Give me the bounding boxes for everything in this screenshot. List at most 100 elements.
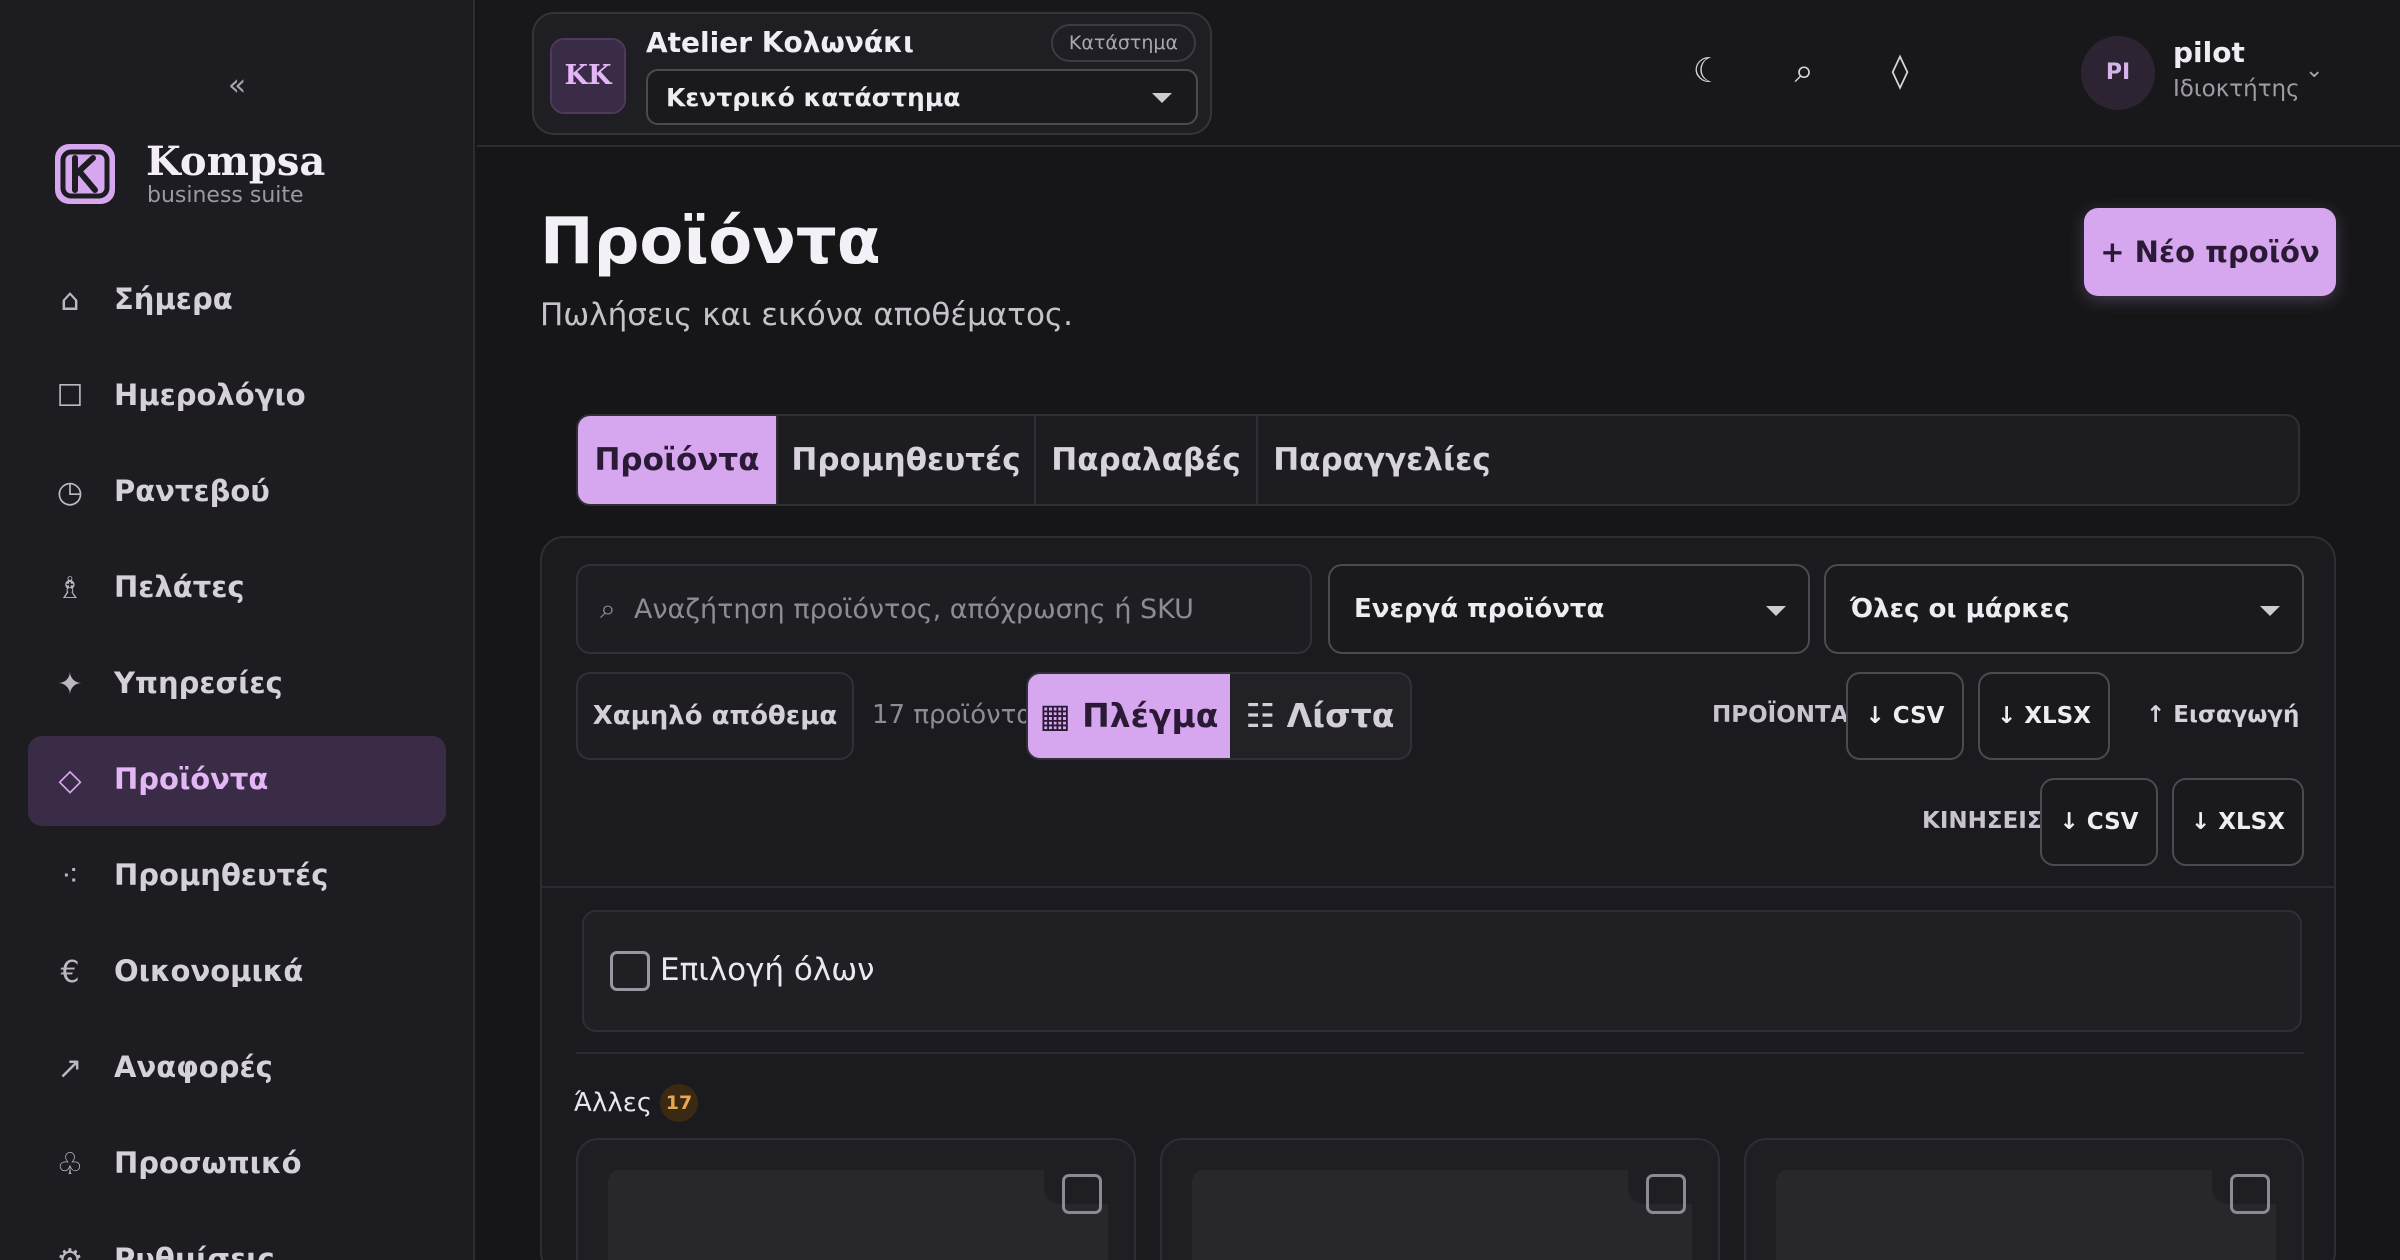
brand-logo-icon	[55, 144, 115, 204]
new-product-button[interactable]: + Νέο προϊόν	[2084, 208, 2336, 296]
sidebar-item-label: Ραντεβού	[114, 474, 270, 508]
select-all-label[interactable]: Επιλογή όλων	[660, 952, 875, 988]
sidebar-item-label: Ημερολόγιο	[114, 378, 306, 412]
divider	[576, 1052, 2304, 1054]
product-card[interactable]	[576, 1138, 1136, 1260]
product-card[interactable]	[1744, 1138, 2304, 1260]
search-icon[interactable]: ⌕	[1779, 46, 1829, 96]
euro-icon: €	[60, 955, 80, 990]
user-role: Ιδιοκτήτης	[2173, 76, 2300, 102]
staff-icon: ♧	[56, 1147, 84, 1182]
home-icon: ⌂	[60, 283, 80, 318]
tab-products[interactable]: Προϊόντα	[578, 416, 778, 504]
brand-filter-select[interactable]: Όλες οι μάρκες	[1824, 564, 2304, 654]
select-all-checkbox[interactable]	[610, 951, 650, 991]
sidebar-item-label: Σήμερα	[114, 282, 233, 316]
sidebar-item-label: Αναφορές	[114, 1050, 273, 1084]
products-csv-button[interactable]: ↓ CSV	[1846, 672, 1964, 760]
moves-export-label: ΚΙΝΗΣΕΙΣ	[1922, 808, 2043, 834]
product-image-placeholder	[1776, 1170, 2276, 1260]
sidebar-item-label: Προϊόντα	[114, 762, 269, 796]
sidebar-item-clients[interactable]: ♗ Πελάτες	[28, 544, 446, 634]
products-export-label: ΠΡΟΪΟΝΤΑ	[1712, 702, 1849, 728]
sidebar-nav: ⌂ Σήμερα ☐ Ημερολόγιο ◷ Ραντεβού ♗ Πελάτ…	[28, 256, 446, 1260]
sidebar-item-label: Προμηθευτές	[114, 858, 329, 892]
collapse-sidebar-button[interactable]: «	[222, 66, 252, 106]
store-avatar: KK	[550, 38, 626, 114]
sidebar-item-staff[interactable]: ♧ Προσωπικό	[28, 1120, 446, 1210]
products-xlsx-button[interactable]: ↓ XLSX	[1978, 672, 2110, 760]
product-card[interactable]	[1160, 1138, 1720, 1260]
sidebar-item-reports[interactable]: ↗ Αναφορές	[28, 1024, 446, 1114]
tab-orders[interactable]: Παραγγελίες	[1258, 416, 1506, 504]
import-button[interactable]: ↑ Εισαγωγή	[2146, 702, 2299, 728]
settings-icon: ⚙	[50, 1241, 90, 1260]
store-type-badge: Κατάστημα	[1050, 24, 1196, 62]
products-panel: ⌕ Ενεργά προϊόντα Όλες οι μάρκες Χαμηλό …	[540, 536, 2336, 1260]
top-bar: KK Atelier Κολωνάκι Κατάστημα Κεντρικό κ…	[477, 0, 2400, 147]
status-filter-select[interactable]: Ενεργά προϊόντα	[1328, 564, 1810, 654]
sidebar-item-label: Προσωπικό	[114, 1146, 302, 1180]
sidebar-item-products[interactable]: ◇ Προϊόντα	[28, 736, 446, 826]
divider	[542, 886, 2334, 888]
sidebar-item-appointments[interactable]: ◷ Ραντεβού	[28, 448, 446, 538]
grid-view-button[interactable]: ▦ Πλέγμα	[1028, 674, 1230, 758]
dots-icon: ⁖	[61, 859, 79, 894]
search-box: ⌕	[576, 564, 1312, 654]
arrow-up-right-icon: ↗	[57, 1051, 83, 1086]
user-name[interactable]: pilot	[2173, 36, 2245, 69]
branch-select-value: Κεντρικό κατάστημα	[666, 83, 961, 112]
chevron-down-icon[interactable]: ⌄	[2305, 58, 2323, 83]
app-root: « Kompsa business suite ⌂ Σήμερα ☐ Ημερο…	[0, 0, 2400, 1260]
moves-csv-button[interactable]: ↓ CSV	[2040, 778, 2158, 866]
sidebar-item-suppliers[interactable]: ⁖ Προμηθευτές	[28, 832, 446, 922]
sidebar-item-label: Υπηρεσίες	[114, 666, 283, 700]
sidebar-item-label: Οικονομικά	[114, 954, 304, 988]
diamond-icon: ◇	[58, 763, 82, 798]
list-view-button[interactable]: ☷ Λίστα	[1230, 674, 1410, 758]
sidebar-item-label: Πελάτες	[114, 570, 245, 604]
store-name: Atelier Κολωνάκι	[646, 26, 914, 59]
page-subtitle: Πωλήσεις και εικόνα αποθέματος.	[540, 297, 1073, 333]
moon-icon[interactable]: ☾	[1683, 46, 1733, 96]
product-select-checkbox[interactable]	[2230, 1174, 2270, 1214]
search-icon: ⌕	[600, 592, 616, 625]
brand-name: Kompsa	[146, 138, 326, 185]
avatar[interactable]: PI	[2081, 36, 2155, 110]
section-tabs: Προϊόντα Προμηθευτές Παραλαβές Παραγγελί…	[576, 414, 2300, 506]
clock-icon: ◷	[56, 475, 84, 510]
view-toggle: ▦ Πλέγμα ☷ Λίστα	[1026, 672, 1412, 760]
group-label: Άλλες	[574, 1088, 653, 1118]
product-image-placeholder	[1192, 1170, 1692, 1260]
store-switcher: KK Atelier Κολωνάκι Κατάστημα Κεντρικό κ…	[532, 12, 1212, 135]
sidebar-item-settings[interactable]: ⚙ Ρυθμίσεις	[28, 1216, 446, 1260]
sidebar-item-label: Ρυθμίσεις	[114, 1242, 275, 1260]
low-stock-filter-button[interactable]: Χαμηλό απόθεμα	[576, 672, 854, 760]
search-input[interactable]	[634, 566, 1294, 652]
moves-xlsx-button[interactable]: ↓ XLSX	[2172, 778, 2304, 866]
product-count: 17 προϊόντα	[872, 700, 1034, 730]
status-filter-value: Ενεργά προϊόντα	[1354, 594, 1605, 624]
brand-filter-value: Όλες οι μάρκες	[1850, 594, 2070, 624]
sidebar-item-services[interactable]: ✦ Υπηρεσίες	[28, 640, 446, 730]
tab-receipts[interactable]: Παραλαβές	[1036, 416, 1258, 504]
caret-down-icon	[1766, 606, 1786, 616]
diamond-icon[interactable]: ◊	[1875, 46, 1925, 96]
group-count-badge: 17	[660, 1084, 698, 1122]
sidebar-item-calendar[interactable]: ☐ Ημερολόγιο	[28, 352, 446, 442]
product-select-checkbox[interactable]	[1646, 1174, 1686, 1214]
calendar-icon: ☐	[56, 379, 84, 414]
brand-tagline: business suite	[147, 183, 304, 208]
sidebar-item-today[interactable]: ⌂ Σήμερα	[28, 256, 446, 346]
sidebar-item-finance[interactable]: € Οικονομικά	[28, 928, 446, 1018]
product-select-checkbox[interactable]	[1062, 1174, 1102, 1214]
user-icon: ♗	[56, 571, 84, 606]
select-all-bar: Επιλογή όλων	[582, 910, 2302, 1032]
page-title: Προϊόντα	[540, 205, 881, 279]
caret-down-icon	[1152, 93, 1172, 103]
product-image-placeholder	[608, 1170, 1108, 1260]
sparkle-icon: ✦	[57, 667, 83, 702]
tab-suppliers[interactable]: Προμηθευτές	[778, 416, 1036, 504]
branch-select[interactable]: Κεντρικό κατάστημα	[646, 69, 1198, 125]
sidebar: « Kompsa business suite ⌂ Σήμερα ☐ Ημερο…	[0, 0, 475, 1260]
